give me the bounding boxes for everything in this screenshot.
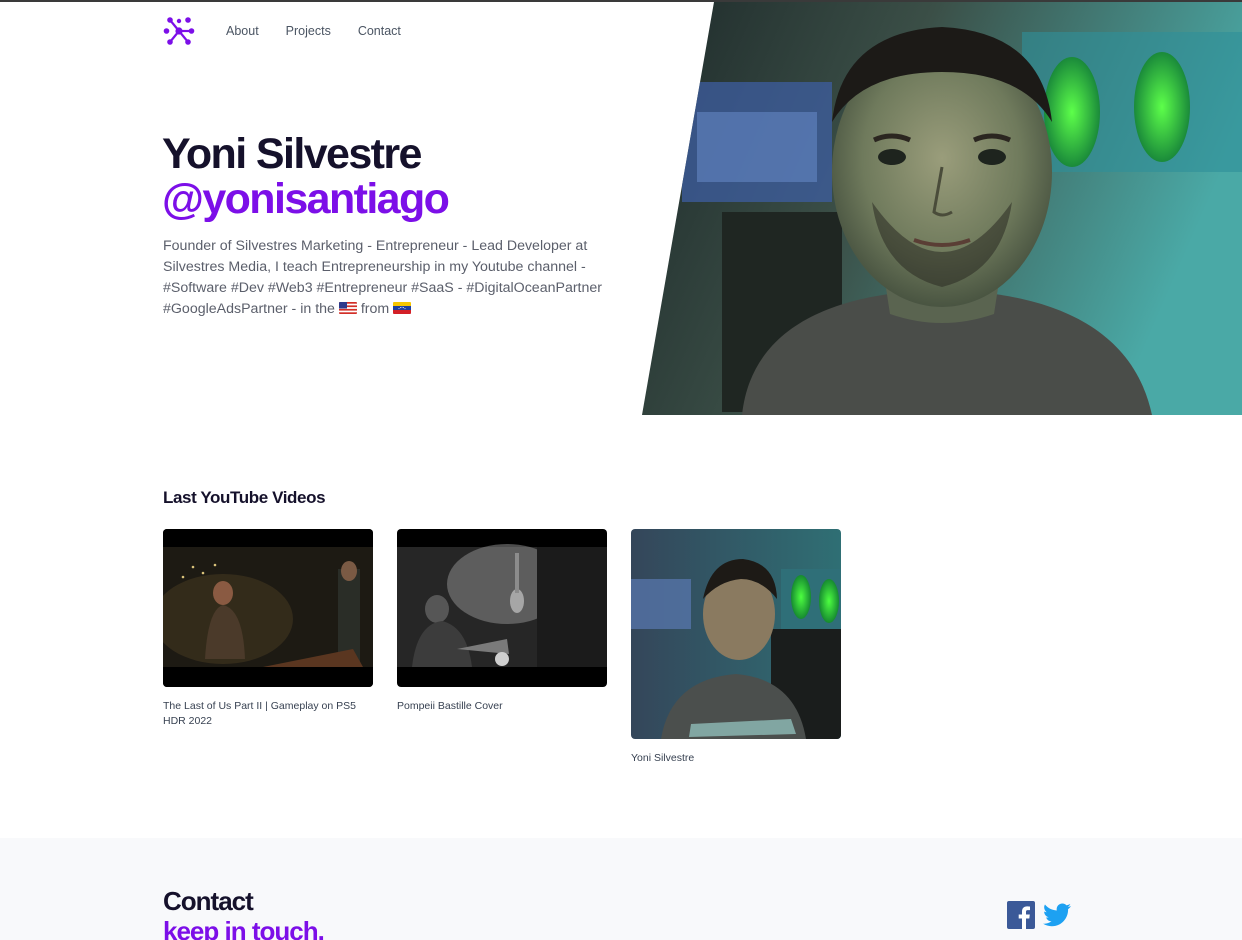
nav-link-projects[interactable]: Projects (286, 14, 331, 48)
contact-subtitle: keep in touch. (163, 916, 325, 940)
hero-bio-from: from (360, 301, 390, 317)
video-card[interactable]: Yoni Silvestre (631, 529, 841, 766)
videos-section-title: Last YouTube Videos (163, 488, 326, 507)
video-title[interactable]: Pompeii Bastille Cover (397, 699, 602, 714)
hero-bio: Founder of Silvestres Marketing - Entrep… (163, 236, 603, 320)
venezuela-flag-icon (393, 302, 412, 314)
profile-photo (642, 2, 1242, 415)
contact-section: Contact keep in touch. (0, 838, 1242, 940)
contact-title: Contact (163, 886, 254, 916)
nav-link-contact[interactable]: Contact (358, 14, 401, 48)
video-card[interactable]: Pompeii Bastille Cover (397, 529, 607, 714)
nav-link-about[interactable]: About (226, 14, 259, 48)
window-top-border (0, 0, 1242, 2)
network-dots-logo-icon[interactable] (163, 15, 195, 47)
facebook-icon[interactable] (1007, 901, 1035, 929)
video-thumbnail[interactable] (397, 529, 607, 687)
video-thumbnail[interactable] (631, 529, 841, 739)
hero-name: Yoni Silvestre (162, 130, 422, 178)
video-title[interactable]: The Last of Us Part II | Gameplay on PS5… (163, 699, 368, 729)
hero-handle: @yonisantiago (162, 175, 450, 223)
twitter-icon[interactable] (1043, 903, 1071, 927)
us-flag-icon (338, 302, 357, 314)
video-card[interactable]: The Last of Us Part II | Gameplay on PS5… (163, 529, 373, 729)
video-title[interactable]: Yoni Silvestre (631, 751, 836, 766)
top-nav: About Projects Contact (163, 14, 428, 48)
video-thumbnail[interactable] (163, 529, 373, 687)
